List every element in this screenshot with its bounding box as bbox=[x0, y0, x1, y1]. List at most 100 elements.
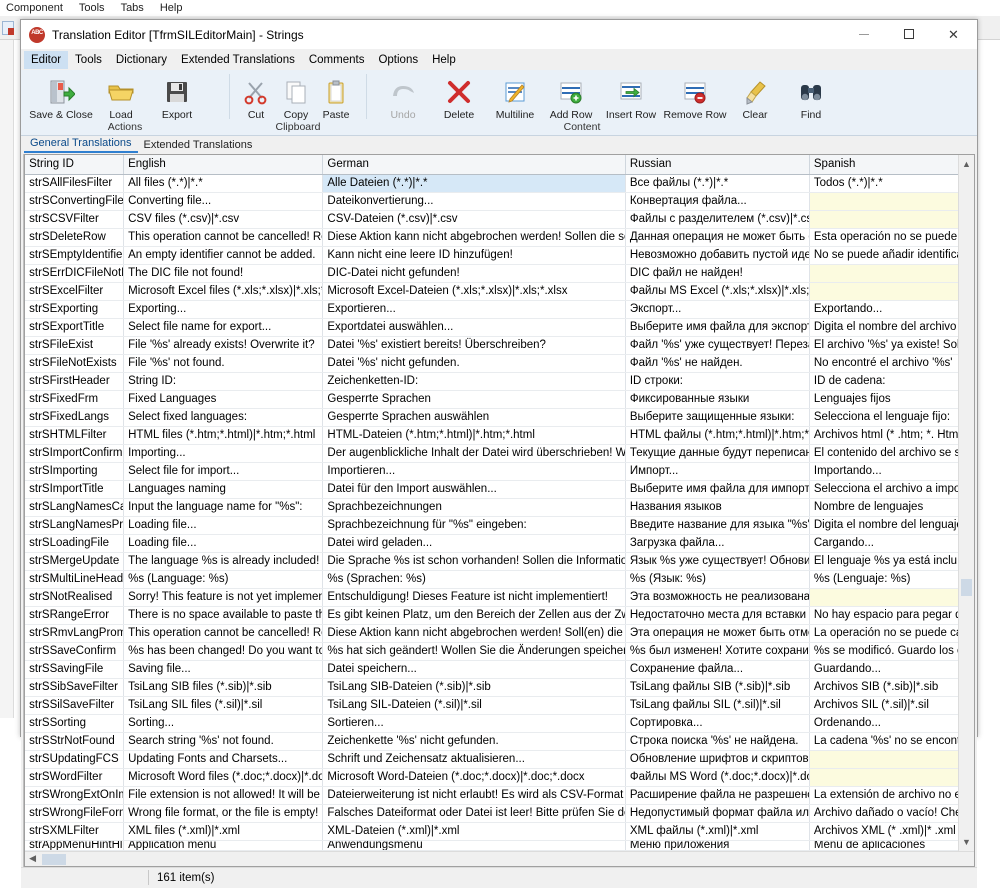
spanish-cell[interactable]: Importando... bbox=[809, 462, 973, 480]
spanish-cell[interactable]: El lenguaje %s ya está incluído! ¿ bbox=[809, 552, 973, 570]
spanish-cell[interactable]: Guardando... bbox=[809, 660, 973, 678]
table-row[interactable]: strSSibSaveFilterTsiLang SIB files (*.si… bbox=[25, 678, 973, 696]
column-header-spanish[interactable]: Spanish bbox=[809, 155, 973, 174]
insert-row-button[interactable]: Insert Row bbox=[599, 75, 663, 123]
english-cell[interactable]: String ID: bbox=[124, 372, 323, 390]
menu-item-comments[interactable]: Comments bbox=[302, 51, 372, 69]
table-row[interactable]: strSHTMLFilterHTML files (*.htm;*.html)|… bbox=[25, 426, 973, 444]
german-cell[interactable]: TsiLang SIB-Dateien (*.sib)|*.sib bbox=[323, 678, 625, 696]
id-cell[interactable]: strSLangNamesPromp bbox=[25, 516, 123, 534]
english-cell[interactable]: File extension is not allowed! It will b… bbox=[124, 786, 323, 804]
id-cell[interactable]: strSWordFilter bbox=[25, 768, 123, 786]
german-cell[interactable]: Falsches Dateiformat oder Datei ist leer… bbox=[323, 804, 625, 822]
german-cell[interactable]: TsiLang SIL-Dateien (*.sil)|*.sil bbox=[323, 696, 625, 714]
english-cell[interactable]: File '%s' not found. bbox=[124, 354, 323, 372]
russian-cell[interactable]: %s был изменен! Хотите сохранить изм bbox=[625, 642, 809, 660]
german-cell[interactable]: Zeichenketten-ID: bbox=[323, 372, 625, 390]
english-cell[interactable]: %s has been changed! Do you want to save… bbox=[124, 642, 323, 660]
spanish-cell[interactable] bbox=[809, 588, 973, 606]
table-row[interactable]: strSLangNamesPrompLoading file...Sprachb… bbox=[25, 516, 973, 534]
table-row[interactable]: strSCSVFilterCSV files (*.csv)|*.csvCSV-… bbox=[25, 210, 973, 228]
russian-cell[interactable]: Названия языков bbox=[625, 498, 809, 516]
english-cell[interactable]: This operation cannot be cancelled! Remo… bbox=[124, 228, 323, 246]
spanish-cell[interactable]: No hay espacio para pegar del p bbox=[809, 606, 973, 624]
spanish-cell[interactable] bbox=[809, 210, 973, 228]
english-cell[interactable]: Sorry! This feature is not yet implement… bbox=[124, 588, 323, 606]
find-button[interactable]: Find bbox=[783, 75, 839, 123]
column-header-string-id[interactable]: String ID bbox=[25, 155, 123, 174]
russian-cell[interactable]: Сохранение файла... bbox=[625, 660, 809, 678]
russian-cell[interactable]: Расширение файла не разрешено! Он б bbox=[625, 786, 809, 804]
spanish-cell[interactable]: No se puede añadir identificado bbox=[809, 246, 973, 264]
german-cell[interactable]: Gesperrte Sprachen auswählen bbox=[323, 408, 625, 426]
menu-item-editor[interactable]: Editor bbox=[24, 51, 68, 69]
english-cell[interactable]: Updating Fonts and Charsets... bbox=[124, 750, 323, 768]
russian-cell[interactable]: Невозможно добавить пустой идентифи bbox=[625, 246, 809, 264]
table-row[interactable]: strSFileNotExistsFile '%s' not found.Dat… bbox=[25, 354, 973, 372]
table-row[interactable]: strSImportTitleLanguages namingDatei für… bbox=[25, 480, 973, 498]
spanish-cell[interactable] bbox=[809, 264, 973, 282]
id-cell[interactable]: strSSibSaveFilter bbox=[25, 678, 123, 696]
id-cell[interactable]: strSFixedLangs bbox=[25, 408, 123, 426]
english-cell[interactable]: Input the language name for "%s": bbox=[124, 498, 323, 516]
russian-cell[interactable]: Строка поиска '%s' не найдена. bbox=[625, 732, 809, 750]
english-cell[interactable]: XML files (*.xml)|*.xml bbox=[124, 822, 323, 840]
english-cell[interactable]: Languages naming bbox=[124, 480, 323, 498]
id-cell[interactable]: strSLoadingFile bbox=[25, 534, 123, 552]
spanish-cell[interactable]: %s (Lenguaje: %s) bbox=[809, 570, 973, 588]
horizontal-scroll-thumb[interactable] bbox=[42, 854, 66, 865]
english-cell[interactable]: Exporting... bbox=[124, 300, 323, 318]
german-cell[interactable]: Schrift und Zeichensatz aktualisieren... bbox=[323, 750, 625, 768]
spanish-cell[interactable]: Selecciona el lenguaje fijo: bbox=[809, 408, 973, 426]
russian-cell[interactable]: Выберите имя файла для импорта... bbox=[625, 480, 809, 498]
spanish-cell[interactable]: La extensión de archivo no está bbox=[809, 786, 973, 804]
id-cell[interactable]: strSAllFilesFilter bbox=[25, 174, 123, 192]
id-cell[interactable]: strSImporting bbox=[25, 462, 123, 480]
german-cell[interactable]: %s (Sprachen: %s) bbox=[323, 570, 625, 588]
german-cell[interactable]: Dateikonvertierung... bbox=[323, 192, 625, 210]
table-row[interactable]: strSFixedFrmFixed LanguagesGesperrte Spr… bbox=[25, 390, 973, 408]
russian-cell[interactable]: XML файлы (*.xml)|*.xml bbox=[625, 822, 809, 840]
table-row[interactable]: strSLangNamesCaptInput the language name… bbox=[25, 498, 973, 516]
menu-item-dictionary[interactable]: Dictionary bbox=[109, 51, 174, 69]
english-cell[interactable]: The language %s is already included! Wou… bbox=[124, 552, 323, 570]
spanish-cell[interactable] bbox=[809, 192, 973, 210]
spanish-cell[interactable]: Lenguajes fijos bbox=[809, 390, 973, 408]
english-cell[interactable]: %s (Language: %s) bbox=[124, 570, 323, 588]
german-cell[interactable]: Datei speichern... bbox=[323, 660, 625, 678]
spanish-cell[interactable]: Selecciona el archivo a importar bbox=[809, 480, 973, 498]
russian-cell[interactable]: Загрузка файла... bbox=[625, 534, 809, 552]
spanish-cell[interactable]: Archivos SIL (*.sil)|*.sil bbox=[809, 696, 973, 714]
id-cell[interactable]: strSNotRealised bbox=[25, 588, 123, 606]
table-row[interactable]: strSXMLFilterXML files (*.xml)|*.xmlXML-… bbox=[25, 822, 973, 840]
german-cell[interactable]: XML-Dateien (*.xml)|*.xml bbox=[323, 822, 625, 840]
spanish-cell[interactable]: Ordenando... bbox=[809, 714, 973, 732]
english-cell[interactable]: Select file for import... bbox=[124, 462, 323, 480]
russian-cell[interactable]: Выберите защищенные языки: bbox=[625, 408, 809, 426]
russian-cell[interactable]: Файл '%s' уже существует! Перезаписат bbox=[625, 336, 809, 354]
maximize-button[interactable] bbox=[886, 20, 931, 48]
grid-horizontal-scrollbar[interactable]: ◀ bbox=[25, 851, 974, 866]
german-cell[interactable]: Sortieren... bbox=[323, 714, 625, 732]
spanish-cell[interactable]: Nombre de lenguajes bbox=[809, 498, 973, 516]
english-cell[interactable]: HTML files (*.htm;*.html)|*.htm;*.html bbox=[124, 426, 323, 444]
id-cell[interactable]: strSConvertingFile bbox=[25, 192, 123, 210]
english-cell[interactable]: Microsoft Word files (*.doc;*.docx)|*.do… bbox=[124, 768, 323, 786]
minimize-button[interactable] bbox=[841, 20, 886, 48]
table-row[interactable]: strSSilSaveFilterTsiLang SIL files (*.si… bbox=[25, 696, 973, 714]
russian-cell[interactable]: Конвертация файла... bbox=[625, 192, 809, 210]
multiline-button[interactable]: Multiline bbox=[487, 75, 543, 123]
german-cell[interactable]: DIC-Datei nicht gefunden! bbox=[323, 264, 625, 282]
german-cell[interactable]: %s hat sich geändert! Wollen Sie die Änd… bbox=[323, 642, 625, 660]
id-cell[interactable]: strSStrNotFound bbox=[25, 732, 123, 750]
english-cell[interactable]: Microsoft Excel files (*.xls;*.xlsx)|*.x… bbox=[124, 282, 323, 300]
vertical-scroll-thumb[interactable] bbox=[961, 579, 972, 596]
menu-item-options[interactable]: Options bbox=[371, 51, 425, 69]
table-row[interactable]: strSExportTitleSelect file name for expo… bbox=[25, 318, 973, 336]
spanish-cell[interactable]: No encontré el archivo '%s' bbox=[809, 354, 973, 372]
table-row[interactable]: strSErrDICFileNotExistThe DIC file not f… bbox=[25, 264, 973, 282]
english-cell[interactable]: Importing... bbox=[124, 444, 323, 462]
german-cell[interactable]: Exportdatei auswählen... bbox=[323, 318, 625, 336]
russian-cell[interactable]: ID строки: bbox=[625, 372, 809, 390]
ide-menu-help[interactable]: Help bbox=[160, 2, 183, 14]
